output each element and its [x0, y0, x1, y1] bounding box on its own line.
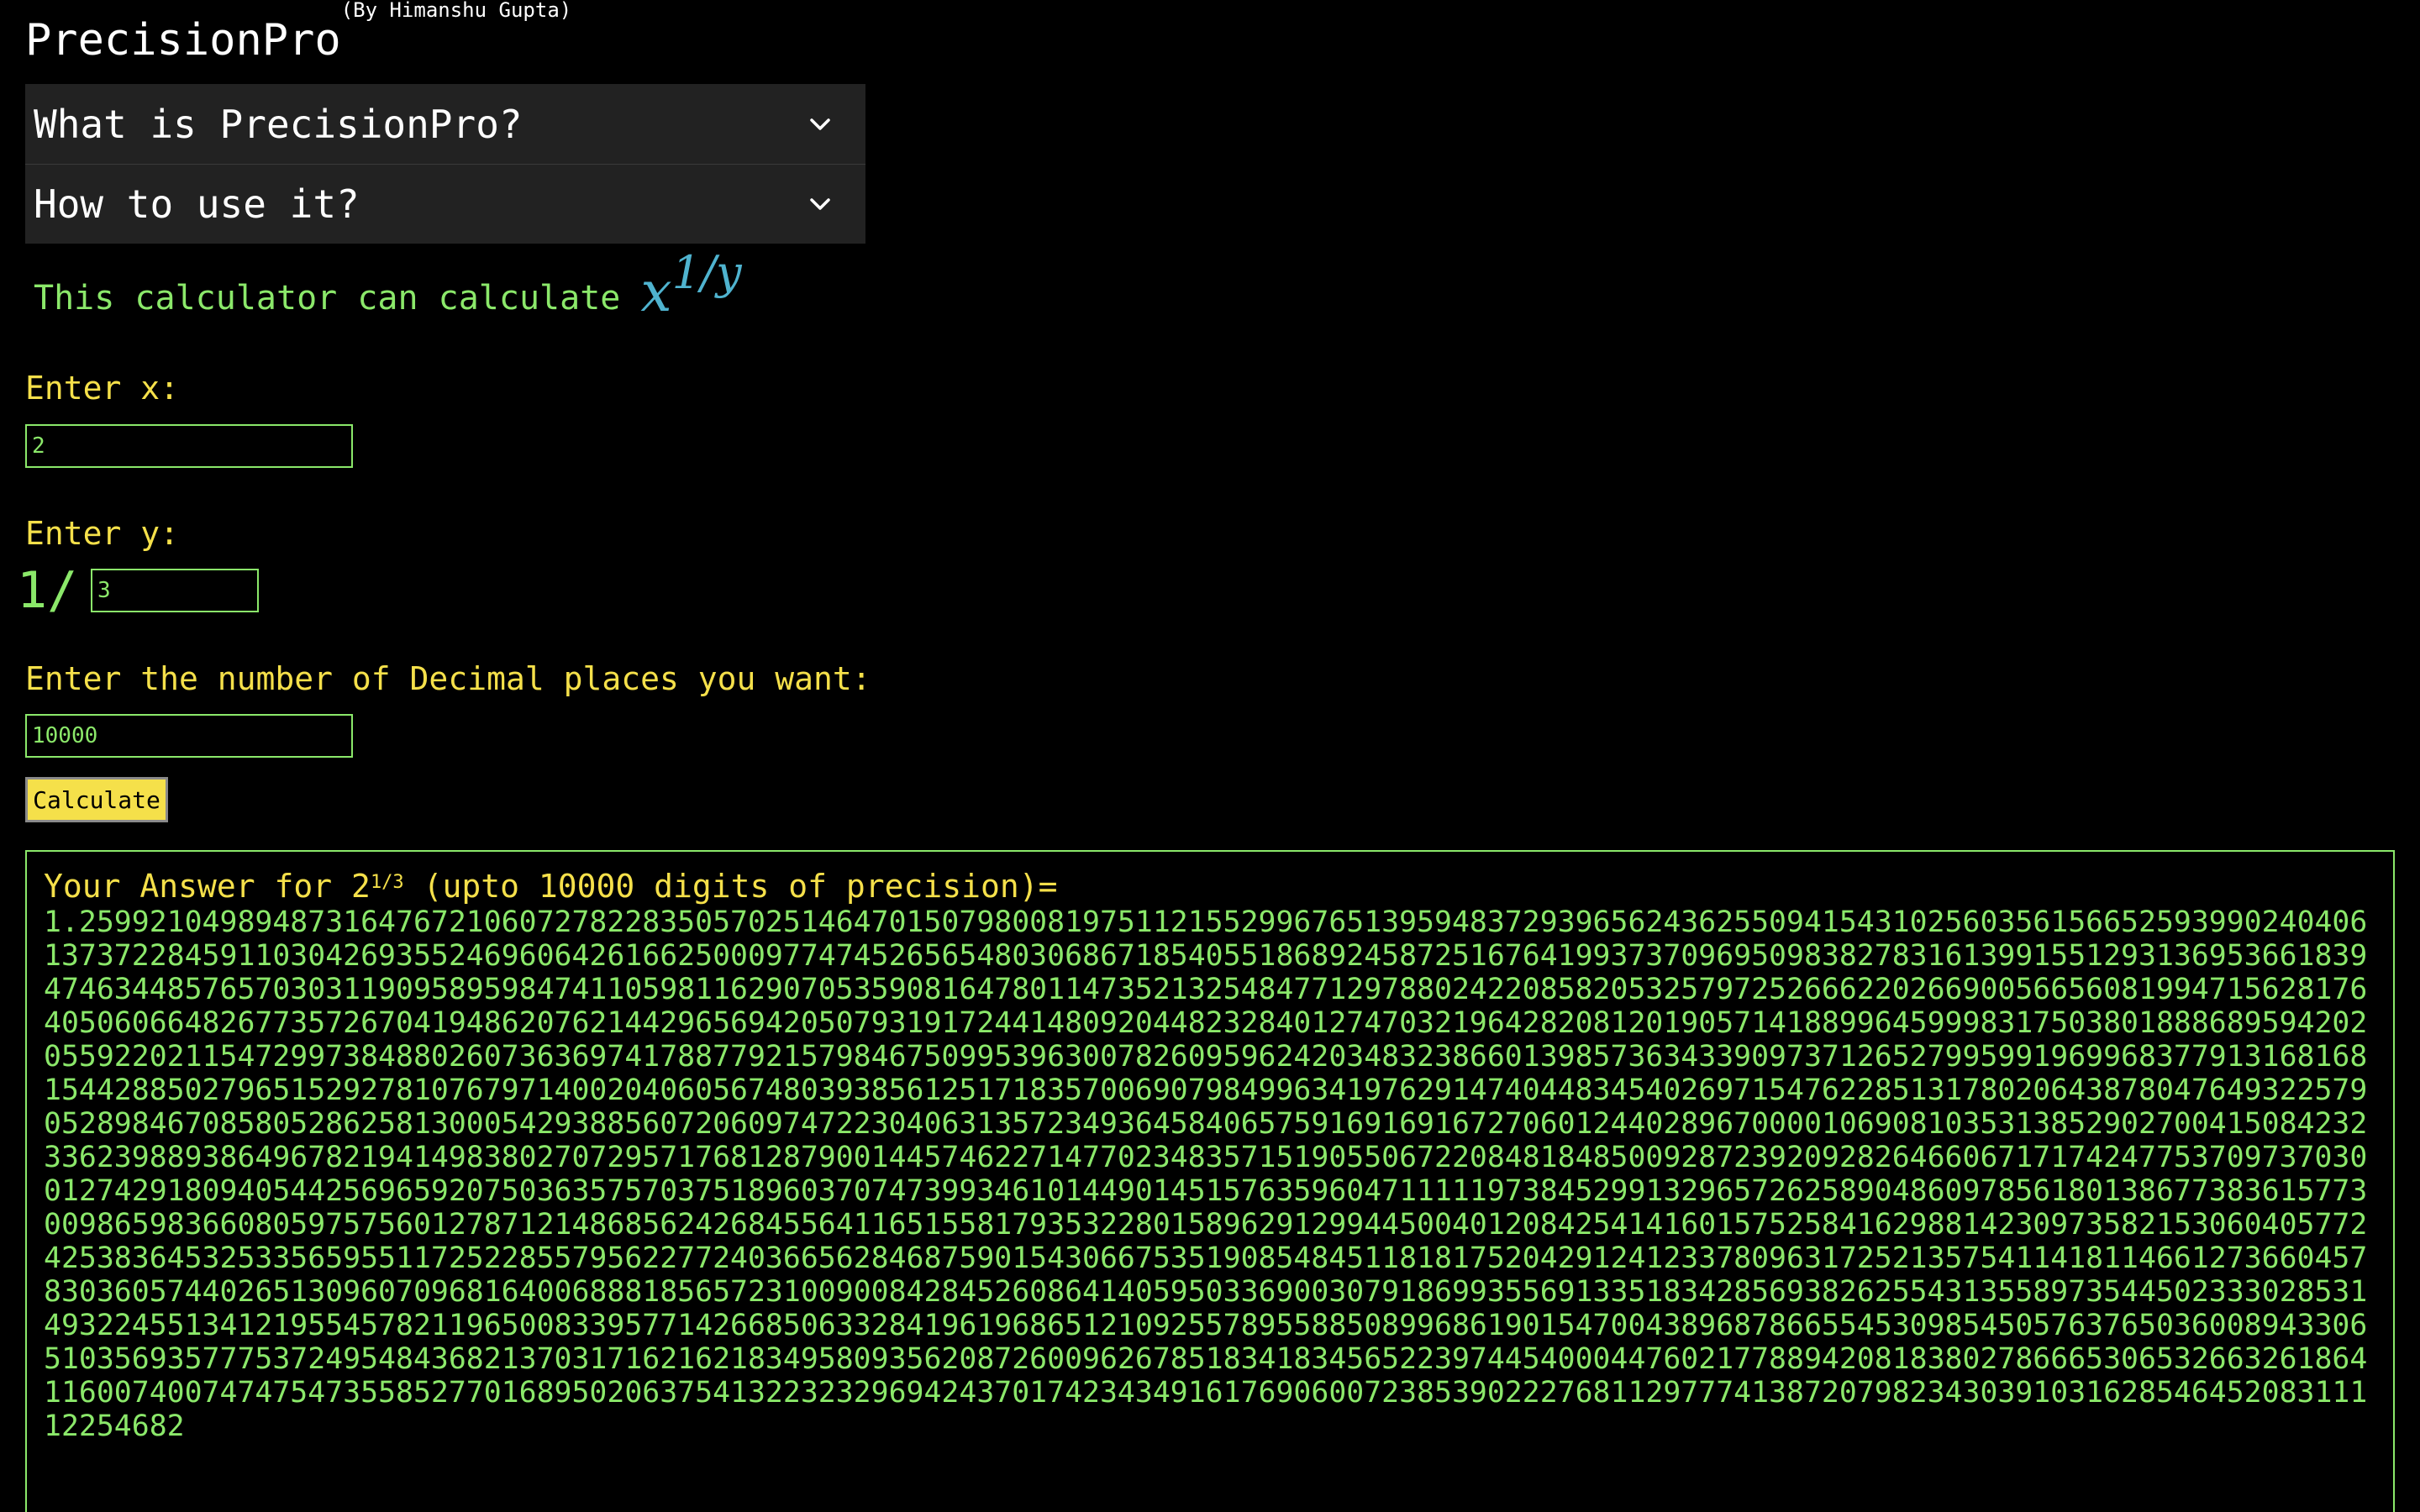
intro-text: This calculator can calculate: [34, 279, 621, 318]
answer-suffix: (upto 10000 digits of precision)=: [403, 868, 1058, 905]
decimals-input[interactable]: [25, 714, 353, 758]
formula-exponent: 1/y: [671, 245, 742, 299]
x-label: Enter x:: [25, 370, 180, 407]
app-title: PrecisionPro(By Himanshu Gupta): [25, 0, 571, 74]
calculator-intro: This calculator can calculate x1/y: [34, 246, 742, 344]
app-title-text: PrecisionPro: [25, 15, 341, 66]
accordion-what-is-precisionpro[interactable]: What is PrecisionPro?: [25, 84, 865, 164]
y-prefix: 1/: [17, 561, 78, 620]
answer-prefix: Your Answer for: [44, 868, 352, 905]
answer-box: Your Answer for 21/3 (upto 10000 digits …: [25, 850, 2395, 1512]
decimals-label: Enter the number of Decimal places you w…: [25, 660, 871, 697]
chevron-down-icon: [803, 108, 837, 141]
y-label: Enter y:: [25, 515, 180, 552]
accordion-item-label: How to use it?: [34, 181, 360, 227]
accordion-item-label: What is PrecisionPro?: [34, 101, 523, 147]
calculate-button[interactable]: Calculate: [25, 777, 168, 822]
author-byline: (By Himanshu Gupta): [340, 0, 572, 22]
x-input[interactable]: [25, 424, 353, 468]
info-accordion: What is PrecisionPro? How to use it?: [25, 84, 865, 244]
chevron-down-icon: [803, 187, 837, 221]
answer-exponent: 1/3: [370, 872, 404, 893]
answer-digits: 1.25992104989487316476721060727822835057…: [44, 906, 2368, 1443]
accordion-how-to-use[interactable]: How to use it?: [25, 164, 865, 244]
formula: x1/y: [640, 246, 741, 324]
formula-base: x: [640, 259, 672, 324]
answer-base: 2: [351, 868, 371, 905]
y-input[interactable]: [91, 569, 259, 612]
answer-heading: Your Answer for 21/3 (upto 10000 digits …: [44, 867, 2376, 906]
